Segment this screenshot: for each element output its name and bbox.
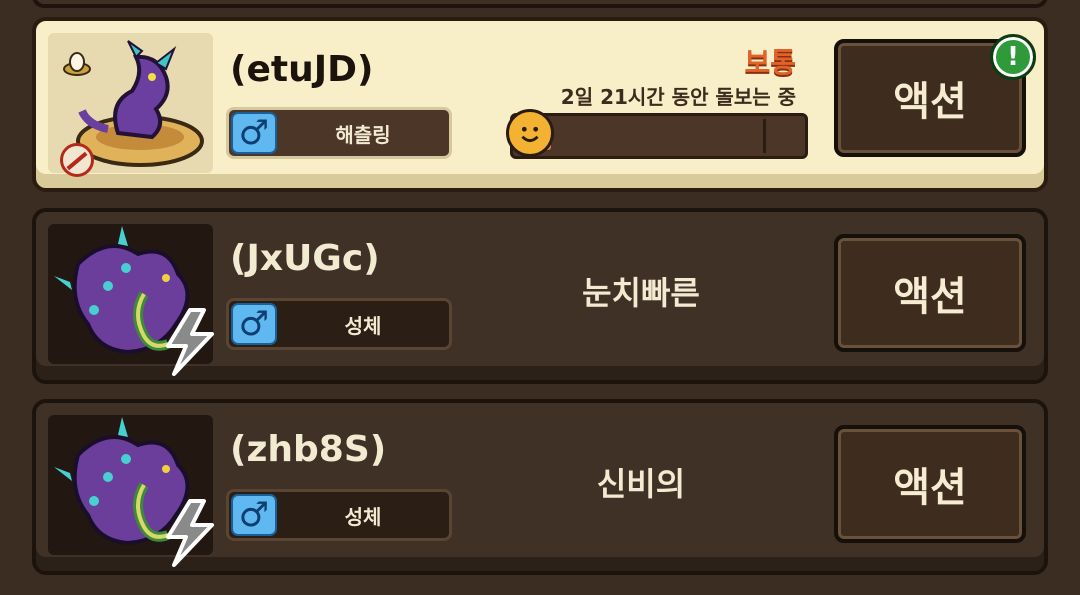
pet-card-3[interactable]: (zhb8S) ♂ 성체 신비의 액션 bbox=[32, 399, 1048, 575]
gender-stage-box: ♂ 성체 bbox=[226, 489, 452, 541]
progress-tick bbox=[763, 119, 766, 153]
pet-portrait-adult bbox=[48, 415, 214, 567]
alert-badge-icon: ! bbox=[990, 34, 1036, 80]
pet-portrait-hatchling bbox=[48, 33, 213, 177]
personality-label: 신비의 bbox=[596, 465, 686, 503]
male-symbol-icon: ♂ bbox=[231, 112, 277, 154]
action-button[interactable]: 액션 bbox=[834, 234, 1026, 352]
personality-label: 눈치빠른 bbox=[582, 274, 700, 312]
growth-stage-label: 해츨링 bbox=[335, 122, 391, 147]
previous-card-edge bbox=[32, 0, 1048, 8]
gender-stage-box: ♂ 해츨링 bbox=[226, 107, 452, 159]
male-symbol-icon: ♂ bbox=[231, 494, 277, 536]
gender-stage-box: ♂ 성체 bbox=[226, 298, 452, 350]
action-button[interactable]: 액션 bbox=[834, 425, 1026, 543]
pet-card-1[interactable]: (etuJD) ♂ 해츨링 보통 2일 21시간 동안 돌보는 중 액션 ! bbox=[32, 17, 1048, 192]
lightning-element-icon bbox=[166, 499, 214, 567]
male-symbol-icon: ♂ bbox=[231, 303, 277, 345]
pet-name: (zhb8S) bbox=[230, 429, 387, 470]
no-feed-badge-icon bbox=[60, 143, 94, 177]
pet-portrait-adult bbox=[48, 224, 214, 376]
care-duration-text: 2일 21시간 동안 돌보는 중 bbox=[560, 85, 796, 109]
smiley-face-icon bbox=[506, 109, 554, 157]
growth-stage-label: 성체 bbox=[344, 504, 382, 529]
lightning-element-icon bbox=[166, 308, 214, 376]
growth-stage-label: 성체 bbox=[344, 313, 382, 338]
mood-label: 보통 bbox=[744, 46, 796, 79]
pet-name: (etuJD) bbox=[230, 49, 374, 90]
mood-progress-bar bbox=[510, 113, 808, 159]
pet-card-2[interactable]: (JxUGc) ♂ 성체 눈치빠른 액션 bbox=[32, 208, 1048, 384]
pet-name: (JxUGc) bbox=[230, 238, 380, 279]
